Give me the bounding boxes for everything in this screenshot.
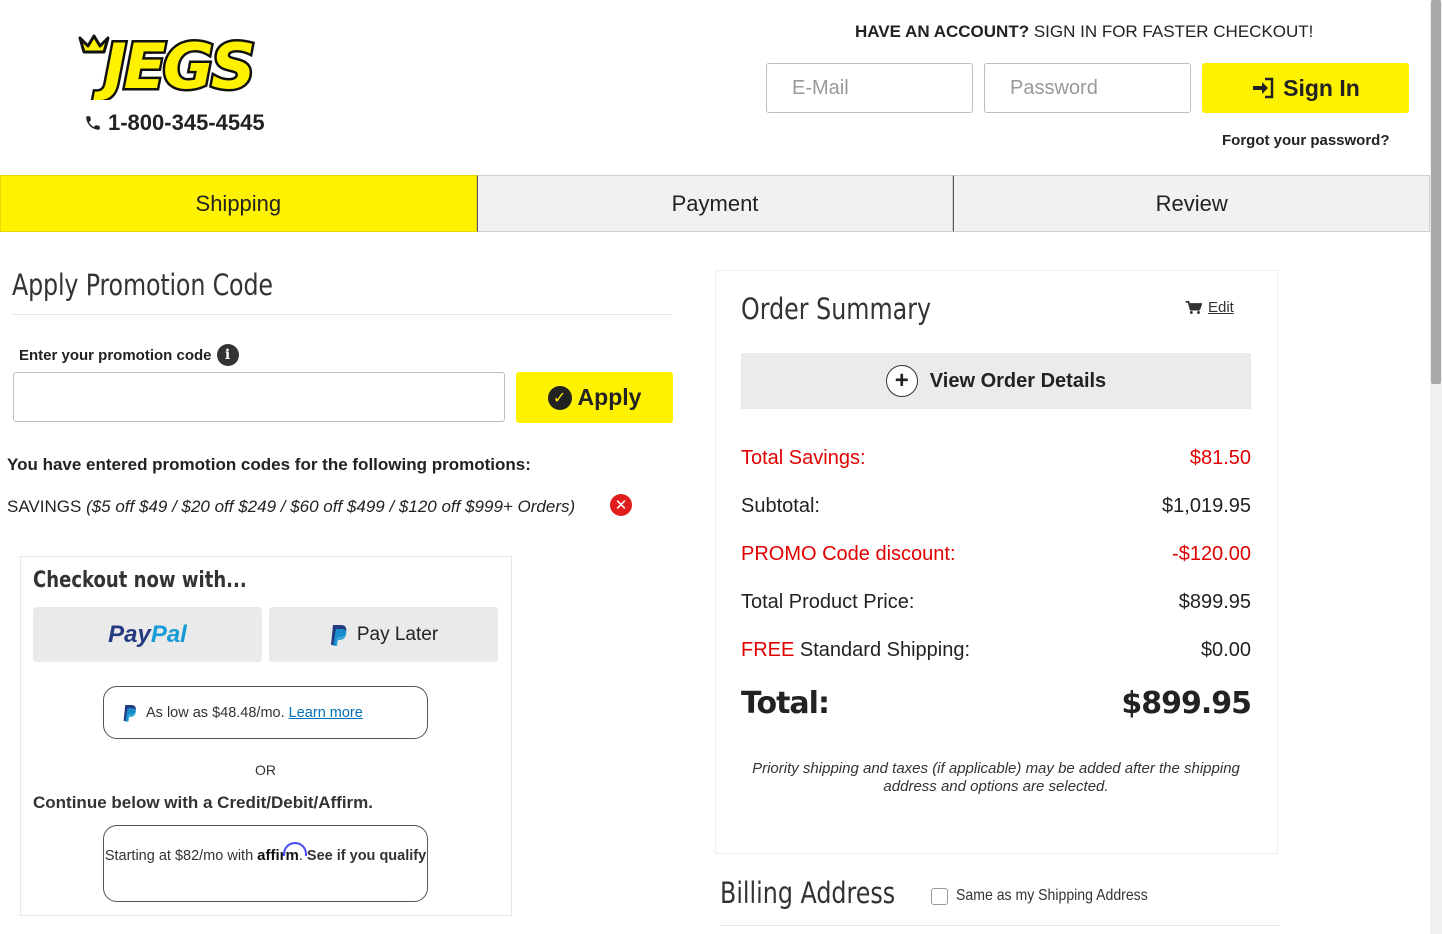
shipping-tax-note: Priority shipping and taxes (if applicab…	[752, 760, 1240, 795]
product-price-label: Total Product Price:	[741, 591, 915, 613]
shipping-label: FREE Standard Shipping:	[741, 639, 970, 662]
view-order-details-label: View Order Details	[929, 369, 1107, 392]
promo-discount-value: -$120.00	[1172, 543, 1251, 565]
promo-code-input[interactable]	[13, 372, 505, 422]
as-low-text: As low as $48.48/mo.	[146, 704, 285, 721]
total-label: Total:	[741, 686, 830, 721]
edit-label: Edit	[1208, 299, 1234, 316]
cart-icon	[1185, 300, 1202, 314]
paypal-logo-pal: Pal	[150, 620, 187, 648]
jegs-logo[interactable]: JEGS	[72, 28, 284, 106]
sign-in-button[interactable]: Sign In	[1202, 63, 1409, 113]
plus-circle-icon: +	[885, 365, 918, 397]
edit-cart-link[interactable]: Edit	[1185, 299, 1234, 316]
checkout-steps: Shipping Payment Review	[0, 175, 1431, 232]
paypal-p-icon	[330, 624, 347, 646]
paypal-logo-pay: Pay	[108, 620, 151, 648]
scrollbar-thumb[interactable]	[1431, 0, 1441, 384]
promo-discount-row: PROMO Code discount: -$120.00	[741, 543, 1251, 566]
paypal-button[interactable]: Pay Pal	[33, 607, 262, 662]
continue-credit-text: Continue below with a Credit/Debit/Affir…	[33, 793, 373, 812]
billing-address-title: Billing Address	[720, 876, 896, 910]
sign-in-label: Sign In	[1283, 74, 1360, 101]
billing-divider	[720, 925, 1280, 926]
promo-title: Apply Promotion Code	[12, 268, 273, 302]
affirm-prefix: Starting at $82/mo with	[104, 848, 254, 864]
info-icon[interactable]: i	[216, 344, 239, 366]
subtotal-label: Subtotal:	[741, 495, 820, 517]
promo-code-description: ($5 off $49 / $20 off $249 / $60 off $49…	[86, 497, 576, 516]
tab-shipping[interactable]: Shipping	[0, 175, 477, 232]
shipping-value: $0.00	[1200, 639, 1251, 661]
account-prompt-bold: HAVE AN ACCOUNT?	[855, 22, 1030, 41]
same-as-shipping-checkbox[interactable]: Same as my Shipping Address	[931, 887, 1174, 905]
total-savings-row: Total Savings: $81.50	[741, 447, 1251, 470]
remove-promo-icon[interactable]: ✕	[610, 494, 632, 516]
paypal-mini-icon	[123, 704, 136, 722]
checkout-now-title: Checkout now with...	[33, 568, 247, 593]
paypal-credit-message: As low as $48.48/mo. Learn more	[103, 686, 428, 739]
total-savings-value: $81.50	[1189, 447, 1251, 469]
free-label: FREE	[741, 639, 795, 661]
standard-shipping-label: Standard Shipping:	[794, 639, 971, 661]
product-price-row: Total Product Price: $899.95	[741, 591, 1251, 614]
affirm-promo[interactable]: Starting at $82/mo with affirm. See if y…	[103, 825, 428, 902]
forgot-password-link[interactable]: Forgot your password?	[1222, 132, 1390, 149]
order-summary-title: Order Summary	[741, 292, 932, 326]
total-value: $899.95	[1121, 686, 1252, 721]
check-circle-icon: ✓	[547, 385, 572, 410]
total-row: Total: $899.95	[741, 686, 1252, 721]
applied-promo: SAVINGS ($5 off $49 / $20 off $249 / $60…	[7, 497, 575, 517]
promo-input-label: Enter your promotion code i	[19, 344, 239, 366]
sign-in-icon	[1253, 77, 1274, 99]
phone-icon	[86, 116, 100, 130]
email-field[interactable]: E-Mail	[766, 63, 973, 113]
jegs-logo-graphic: JEGS	[78, 28, 258, 106]
paypal-pay-later-button[interactable]: Pay Later	[269, 607, 498, 662]
product-price-value: $899.95	[1178, 591, 1251, 613]
view-order-details-button[interactable]: + View Order Details	[741, 353, 1251, 409]
account-prompt: HAVE AN ACCOUNT? SIGN IN FOR FASTER CHEC…	[855, 22, 1313, 42]
shipping-row: FREE Standard Shipping: $0.00	[741, 639, 1251, 662]
promo-discount-label: PROMO Code discount:	[741, 543, 956, 565]
promo-entered-message: You have entered promotion codes for the…	[7, 455, 531, 474]
tab-review[interactable]: Review	[953, 175, 1431, 232]
checkbox-box[interactable]	[931, 887, 948, 905]
subtotal-value: $1,019.95	[1162, 495, 1251, 517]
phone-text: 1-800-345-4545	[108, 110, 265, 135]
same-as-shipping-label: Same as my Shipping Address	[956, 887, 1148, 904]
promo-divider	[12, 314, 672, 315]
apply-label: Apply	[577, 384, 642, 410]
or-divider: OR	[255, 762, 276, 778]
total-savings-label: Total Savings:	[741, 447, 866, 469]
pay-later-label: Pay Later	[356, 623, 439, 645]
learn-more-link[interactable]: Learn more	[289, 705, 363, 721]
promo-label-text: Enter your promotion code	[19, 346, 212, 364]
affirm-logo: affirm	[257, 847, 299, 864]
subtotal-row: Subtotal: $1,019.95	[741, 495, 1251, 518]
logo-text: JEGS	[93, 30, 253, 100]
password-field[interactable]: Password	[984, 63, 1191, 113]
affirm-see-if-qualify[interactable]: See if you qualify	[307, 848, 426, 864]
promo-code-name: SAVINGS	[7, 497, 82, 516]
phone-number[interactable]: 1-800-345-4545	[84, 110, 265, 136]
account-prompt-rest: SIGN IN FOR FASTER CHECKOUT!	[1029, 22, 1314, 41]
apply-button[interactable]: ✓ Apply	[516, 372, 673, 423]
tab-payment[interactable]: Payment	[476, 175, 954, 232]
